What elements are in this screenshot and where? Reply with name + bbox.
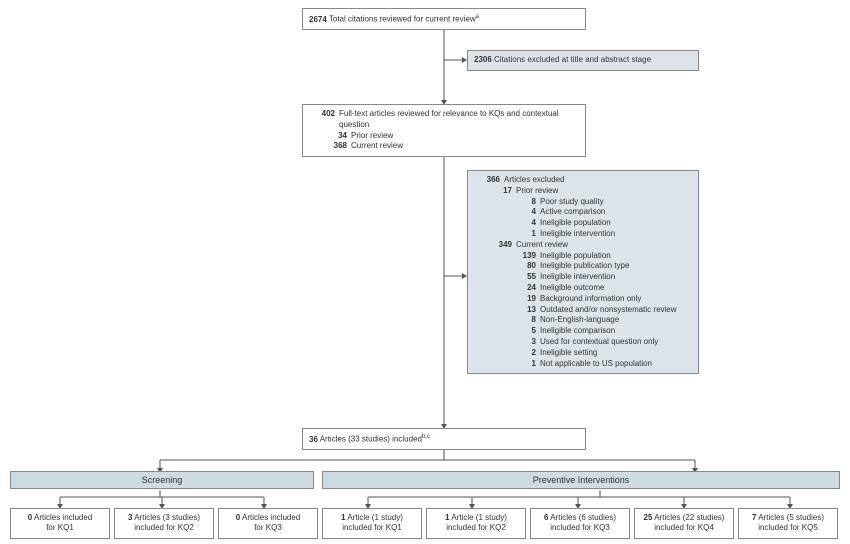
ft-prior-n: 34 <box>327 131 347 142</box>
excluded-reason-label: Non-English-language <box>540 315 692 326</box>
excluded-reason-n: 13 <box>510 305 536 316</box>
kq-line2: included for KQ2 <box>446 523 506 532</box>
excluded-reason-n: 55 <box>510 272 536 283</box>
excluded-reason-row: 1 Ineligible intervention <box>474 229 692 240</box>
inc-n: 36 <box>309 435 318 446</box>
kq-line1: Article (1 study) <box>346 513 403 522</box>
kq-box: 7 Articles (5 studies)included for KQ5 <box>738 508 838 539</box>
exd-prior-label: Prior review <box>516 186 692 197</box>
excluded-reason-label: Ineligible setting <box>540 348 692 359</box>
excluded-reason-n: 3 <box>510 337 536 348</box>
kq-box: 0 Articles includedfor KQ1 <box>10 508 110 539</box>
total-label: Total citations reviewed for current rev… <box>329 15 476 24</box>
excluded-reason-row: 19 Background information only <box>474 294 692 305</box>
excluded-reason-n: 1 <box>510 229 536 240</box>
screening-label: Screening <box>142 475 183 485</box>
excluded-reason-row: 4 Active comparison <box>474 207 692 218</box>
excluded-reason-n: 8 <box>510 197 536 208</box>
kq-line1: Articles included <box>32 513 92 522</box>
excluded-reason-label: Ineligible publication type <box>540 261 692 272</box>
excluded-reason-label: Poor study quality <box>540 197 692 208</box>
excluded-reason-n: 24 <box>510 283 536 294</box>
kq-line1: Articles included <box>240 513 300 522</box>
excluded-reason-label: Used for contextual question only <box>540 337 692 348</box>
excluded-reason-row: 13 Outdated and/or nonsystematic review <box>474 305 692 316</box>
kq-line1: Articles (6 studies) <box>548 513 616 522</box>
total-citations-box: 2674 Total citations reviewed for curren… <box>302 8 586 30</box>
kq-line1: Article (1 study) <box>450 513 507 522</box>
exd-n: 366 <box>474 175 500 186</box>
excluded-reason-row: 8 Non-English-language <box>474 315 692 326</box>
kq-line2: included for KQ5 <box>758 523 818 532</box>
total-sup: a <box>476 14 479 20</box>
excluded-reason-n: 80 <box>510 261 536 272</box>
kq-line2: included for KQ2 <box>134 523 194 532</box>
kq-line2: included for KQ4 <box>654 523 714 532</box>
excluded-reason-label: Active comparison <box>540 207 692 218</box>
kq-box: 1 Article (1 study)included for KQ2 <box>426 508 526 539</box>
excluded-reason-row: 3 Used for contextual question only <box>474 337 692 348</box>
excluded-reason-row: 8 Poor study quality <box>474 197 692 208</box>
excluded-reason-n: 139 <box>510 251 536 262</box>
excl-ta-label: Citations excluded at title and abstract… <box>494 55 651 64</box>
kq-box: 3 Articles (3 studies)included for KQ2 <box>114 508 214 539</box>
excluded-detail-box: 366 Articles excluded 17 Prior review 8 Poo… <box>467 170 699 374</box>
excluded-reason-n: 8 <box>510 315 536 326</box>
exd-label: Articles excluded <box>504 175 692 186</box>
excluded-reason-label: Ineligible outcome <box>540 283 692 294</box>
excluded-reason-row: 55 Ineligible intervention <box>474 272 692 283</box>
excluded-reason-row: 24 Ineligible outcome <box>474 283 692 294</box>
kq-line2: for KQ3 <box>254 523 282 532</box>
excluded-reason-row: 2 Ineligible setting <box>474 348 692 359</box>
excluded-reason-row: 139 Ineligible population <box>474 251 692 262</box>
fulltext-box: 402Full-text articles reviewed for relev… <box>302 104 586 157</box>
ft-current-label: Current review <box>351 141 579 152</box>
kq-line1: Articles (3 studies) <box>132 513 200 522</box>
ft-label: Full-text articles reviewed for relevanc… <box>339 109 579 131</box>
exd-current-n: 349 <box>492 240 512 251</box>
kq-line2: included for KQ3 <box>550 523 610 532</box>
excluded-reason-label: Ineligible intervention <box>540 272 692 283</box>
kq-box: 1 Article (1 study)included for KQ1 <box>322 508 422 539</box>
kq-line1: Articles (22 studies) <box>652 513 724 522</box>
excluded-reason-label: Ineligible population <box>540 218 692 229</box>
ft-current-n: 368 <box>327 141 347 152</box>
preventive-label: Preventive Interventions <box>533 475 630 485</box>
inc-label: Articles (33 studies) included <box>320 435 422 444</box>
excluded-reason-label: Ineligible population <box>540 251 692 262</box>
kq-box: 25 Articles (22 studies)included for KQ4 <box>634 508 734 539</box>
excluded-reason-label: Outdated and/or nonsystematic review <box>540 305 692 316</box>
total-n: 2674 <box>309 15 327 26</box>
excluded-reason-row: 4 Ineligible population <box>474 218 692 229</box>
inc-sup: b,c <box>422 434 430 440</box>
excluded-reason-n: 19 <box>510 294 536 305</box>
kq-line2: for KQ1 <box>46 523 74 532</box>
excluded-reason-label: Background information only <box>540 294 692 305</box>
excluded-reason-n: 1 <box>510 359 536 370</box>
kq-box: 0 Articles includedfor KQ3 <box>218 508 318 539</box>
included-box: 36 Articles (33 studies) includedb,c <box>302 428 586 450</box>
excluded-reason-n: 5 <box>510 326 536 337</box>
preventive-band: Preventive Interventions <box>322 471 840 489</box>
excluded-reason-label: Ineligible intervention <box>540 229 692 240</box>
excluded-reason-n: 2 <box>510 348 536 359</box>
exd-prior-n: 17 <box>492 186 512 197</box>
excluded-title-abstract-box: 2306 Citations excluded at title and abs… <box>467 50 699 71</box>
excluded-reason-row: 1 Not applicable to US population <box>474 359 692 370</box>
excluded-reason-label: Ineligible comparison <box>540 326 692 337</box>
excluded-reason-label: Not applicable to US population <box>540 359 692 370</box>
exd-current-label: Current review <box>516 240 692 251</box>
ft-n: 402 <box>309 109 335 131</box>
excl-ta-n: 2306 <box>474 55 492 66</box>
kq-box: 6 Articles (6 studies)included for KQ3 <box>530 508 630 539</box>
excluded-reason-row: 5 Ineligible comparison <box>474 326 692 337</box>
ft-prior-label: Prior review <box>351 131 579 142</box>
excluded-reason-n: 4 <box>510 207 536 218</box>
screening-band: Screening <box>10 471 314 489</box>
excluded-reason-n: 4 <box>510 218 536 229</box>
excluded-reason-row: 80 Ineligible publication type <box>474 261 692 272</box>
kq-line1: Articles (5 studies) <box>756 513 824 522</box>
kq-line2: included for KQ1 <box>342 523 402 532</box>
